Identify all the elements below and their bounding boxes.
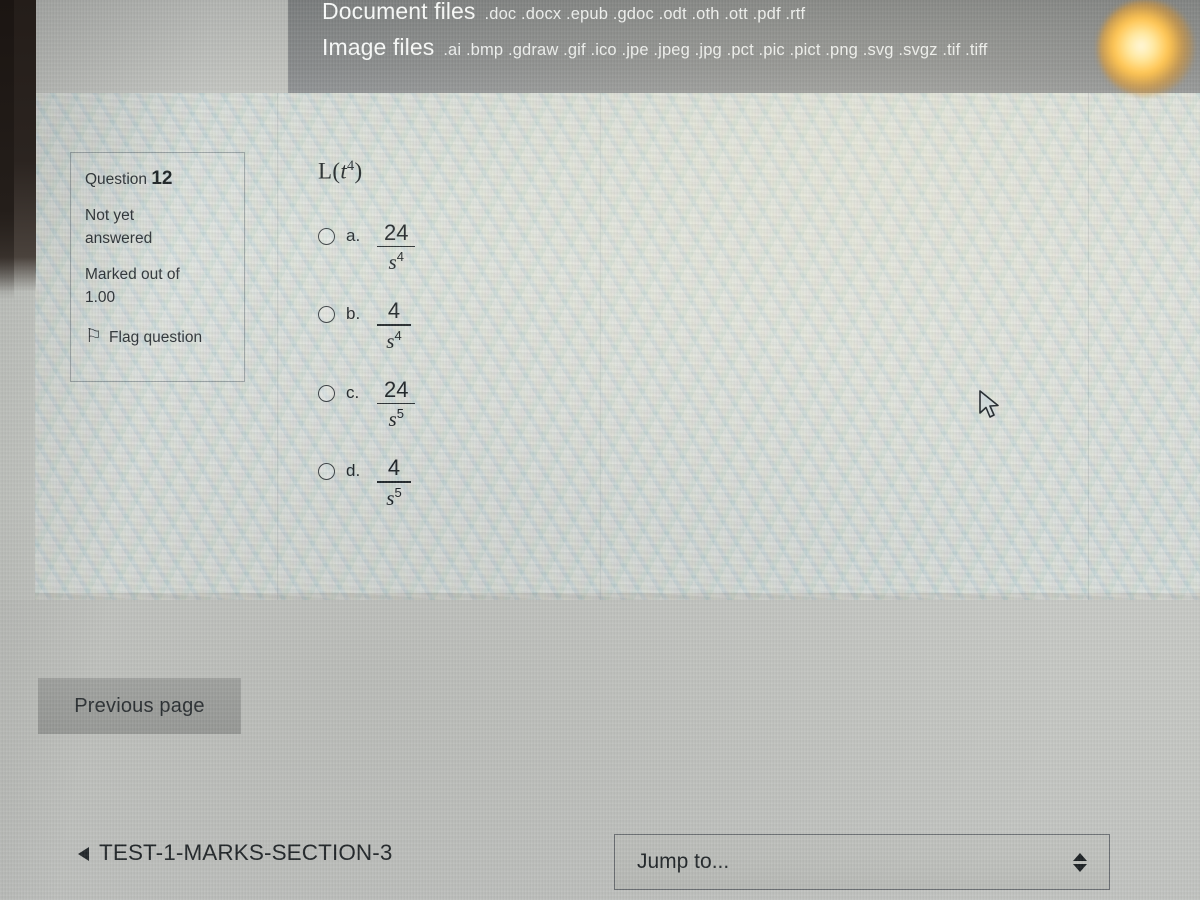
answer-option-b[interactable]: b. 4 s4 bbox=[318, 300, 738, 352]
filetype-extensions-image: .ai .bmp .gdraw .gif .ico .jpe .jpeg .jp… bbox=[443, 41, 988, 59]
answer-option-c[interactable]: c. 24 s5 bbox=[318, 376, 738, 431]
question-status-line-2: answered bbox=[85, 230, 153, 247]
answer-letter-b: b. bbox=[346, 304, 361, 324]
answer-fraction-b: 4 s4 bbox=[377, 300, 411, 352]
answer-denominator-a: s4 bbox=[382, 247, 411, 273]
filetype-extensions-document: .doc .docx .epub .gdoc .odt .oth .ott .p… bbox=[484, 5, 806, 23]
denominator-exponent-b: 4 bbox=[394, 327, 402, 343]
filetype-label-document: Document files bbox=[322, 0, 476, 24]
filetype-row-document: Document files .doc .docx .epub .gdoc .o… bbox=[322, 0, 1200, 25]
answer-fraction-c: 24 s5 bbox=[377, 376, 416, 431]
previous-activity-link[interactable]: TEST-1-MARKS-SECTION-3 bbox=[78, 840, 392, 866]
triangle-down-icon bbox=[1073, 863, 1087, 872]
screen-bezel-edge bbox=[0, 0, 14, 300]
previous-page-label: Previous page bbox=[74, 694, 205, 717]
jump-to-label: Jump to... bbox=[637, 850, 730, 873]
denominator-base-a: s bbox=[388, 250, 397, 275]
flag-question-button[interactable]: ⚐ Flag question bbox=[85, 326, 244, 347]
answer-letter-c: c. bbox=[346, 382, 360, 402]
triangle-up-icon bbox=[1073, 852, 1087, 861]
radio-button-d[interactable] bbox=[318, 463, 335, 481]
answer-denominator-d: s5 bbox=[379, 483, 408, 509]
question-word: Question bbox=[85, 171, 148, 188]
filetype-label-image: Image files bbox=[322, 34, 435, 60]
denominator-exponent-a: 4 bbox=[396, 249, 404, 265]
denominator-exponent-c: 5 bbox=[396, 406, 404, 422]
radio-button-c[interactable] bbox=[318, 384, 335, 402]
flag-question-label: Flag question bbox=[109, 328, 203, 346]
question-marks-line-2: 1.00 bbox=[85, 289, 116, 306]
answer-fraction-d: 4 s5 bbox=[377, 457, 411, 509]
answer-denominator-c: s5 bbox=[382, 404, 411, 430]
jump-to-select[interactable]: Jump to... bbox=[614, 834, 1110, 890]
accepted-filetypes-panel: Document files .doc .docx .epub .gdoc .o… bbox=[288, 0, 1200, 93]
answer-numerator-d: 4 bbox=[387, 455, 401, 481]
previous-page-button[interactable]: Previous page bbox=[38, 678, 241, 734]
question-status-line-1: Not yet bbox=[85, 207, 135, 224]
answer-letter-d: d. bbox=[346, 461, 361, 481]
lamp-glare-light bbox=[1098, 0, 1194, 96]
answer-numerator-b: 4 bbox=[387, 298, 401, 324]
question-body: L(t4) a. 24 s4 b. 4 s4 c. 24 s5 d. 4 s5 bbox=[318, 158, 738, 536]
answer-option-a[interactable]: a. 24 s4 bbox=[318, 219, 738, 274]
denominator-base-c: s bbox=[388, 407, 397, 432]
answer-numerator-a: 24 bbox=[384, 219, 409, 245]
denominator-exponent-d: 5 bbox=[394, 485, 402, 501]
flag-outline-icon: ⚐ bbox=[85, 326, 103, 347]
stem-variable: t bbox=[340, 158, 348, 184]
answer-letter-a: a. bbox=[346, 225, 361, 245]
triangle-left-icon bbox=[78, 847, 89, 861]
question-info-box: Question 12 Not yet answered Marked out … bbox=[70, 152, 245, 382]
answer-options-list: a. 24 s4 b. 4 s4 c. 24 s5 d. 4 s5 bbox=[318, 219, 738, 509]
answer-numerator-c: 24 bbox=[384, 376, 409, 402]
radio-button-a[interactable] bbox=[318, 227, 335, 245]
question-header: Question 12 bbox=[85, 167, 244, 191]
radio-button-b[interactable] bbox=[318, 306, 335, 324]
question-marks: Marked out of 1.00 bbox=[85, 263, 244, 309]
question-number: 12 bbox=[151, 168, 173, 189]
stem-suffix: ) bbox=[354, 158, 363, 184]
page-rule-left bbox=[277, 93, 278, 613]
answer-denominator-b: s4 bbox=[379, 326, 408, 352]
answer-fraction-a: 24 s4 bbox=[377, 219, 416, 274]
question-stem: L(t4) bbox=[318, 158, 738, 185]
question-status: Not yet answered bbox=[85, 204, 244, 250]
updown-arrows-icon[interactable] bbox=[1073, 852, 1087, 872]
mouse-pointer-icon bbox=[979, 390, 999, 418]
answer-option-d[interactable]: d. 4 s5 bbox=[318, 457, 738, 509]
stem-operator: L( bbox=[318, 158, 341, 184]
page-rule-right bbox=[1088, 93, 1089, 613]
question-marks-line-1: Marked out of bbox=[85, 266, 180, 283]
previous-activity-label: TEST-1-MARKS-SECTION-3 bbox=[99, 840, 393, 865]
filetype-row-image: Image files .ai .bmp .gdraw .gif .ico .j… bbox=[322, 34, 1200, 61]
